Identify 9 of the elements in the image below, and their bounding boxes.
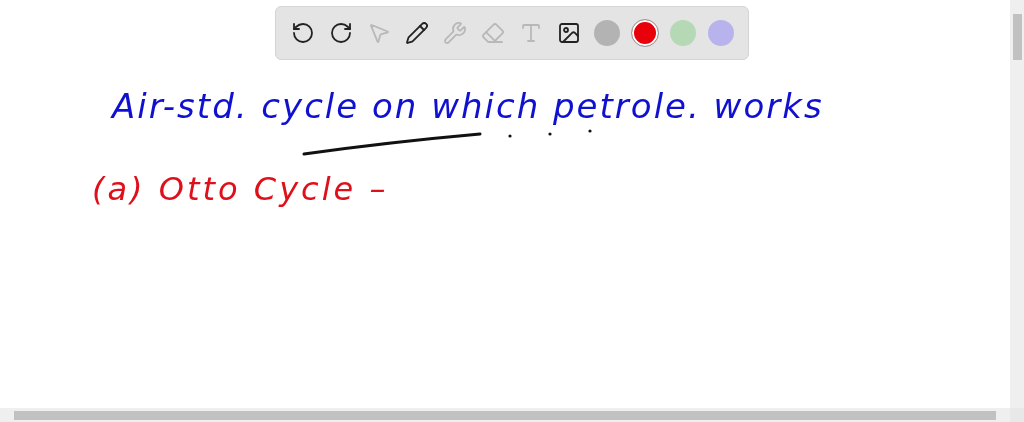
horizontal-scrollbar[interactable] [0,408,1010,422]
handwritten-text: Air-std. cycle on which petrole. works [112,86,824,126]
handwritten-text: (a) Otto Cycle – [92,170,389,208]
pencil-icon[interactable] [404,19,430,47]
color-swatch[interactable] [670,20,696,46]
color-swatch[interactable] [594,20,620,46]
vertical-scrollbar[interactable] [1010,0,1024,408]
color-swatch[interactable] [708,20,734,46]
color-swatch[interactable] [632,20,658,46]
